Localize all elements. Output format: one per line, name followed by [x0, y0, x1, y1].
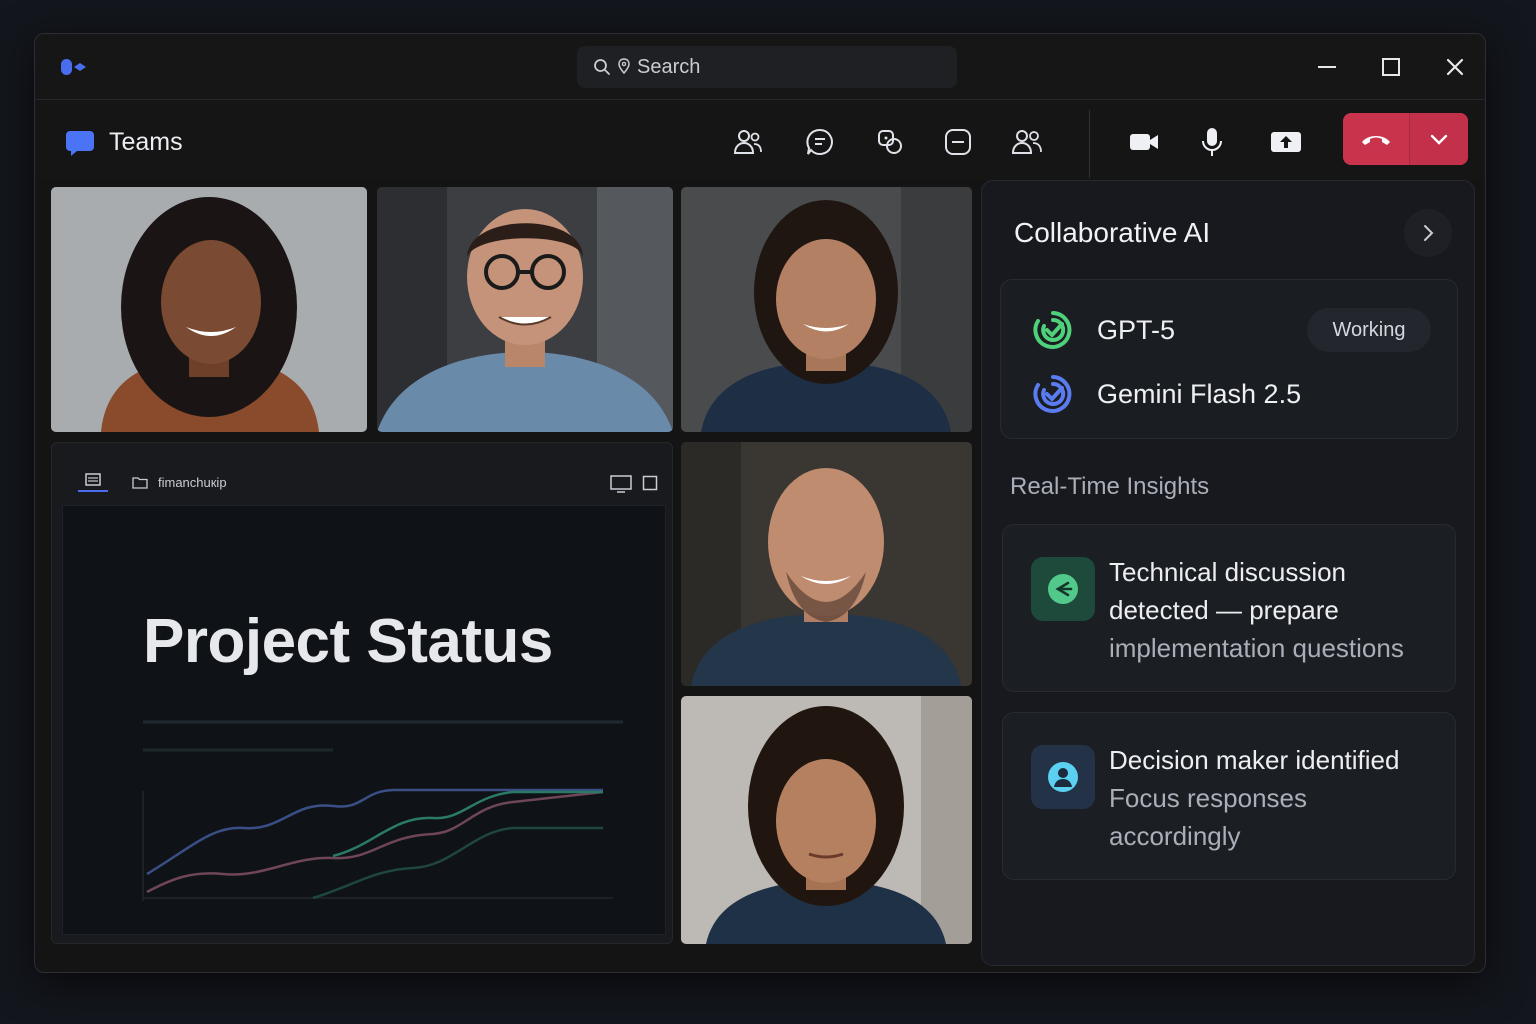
close-button[interactable]	[1440, 52, 1470, 82]
ai-panel-expand-button[interactable]	[1404, 209, 1452, 257]
hang-up-icon	[1362, 136, 1390, 145]
search-icon	[594, 59, 610, 75]
participants-icon	[1011, 130, 1042, 154]
teams-window: Search Teams fimanchuкip Project Status …	[34, 33, 1486, 973]
insight-line-3: implementation questions	[1109, 633, 1404, 663]
title-bar: Search	[35, 34, 1485, 100]
participant-avatar	[681, 696, 972, 944]
insight-card-decision-maker[interactable]: Decision maker identified Focus response…	[1002, 712, 1456, 880]
participant-avatar	[681, 187, 972, 432]
location-pin-icon	[618, 58, 630, 75]
participant-avatar	[51, 187, 367, 432]
presentation-slide: Project Status	[62, 505, 666, 935]
chat-icon	[806, 128, 833, 155]
chat-button[interactable]	[800, 122, 840, 162]
microphone-icon	[1202, 128, 1222, 156]
swirl-icon	[1033, 375, 1072, 413]
swirl-icon	[1033, 311, 1072, 349]
chevron-right-icon	[1424, 225, 1434, 241]
model-name: Gemini Flash 2.5	[1097, 378, 1302, 409]
more-button[interactable]	[938, 122, 978, 162]
hang-up-button[interactable]	[1343, 113, 1409, 165]
minus-square-icon	[945, 129, 971, 155]
share-screen-icon	[1271, 132, 1301, 152]
people-button[interactable]	[728, 122, 768, 162]
person-circle-icon	[1048, 762, 1078, 792]
people-icon	[733, 130, 762, 154]
teams-brand: Teams	[65, 128, 183, 157]
shared-file-name: fimanchuкip	[158, 475, 227, 490]
participant-video-4[interactable]	[681, 442, 972, 686]
participant-video-5[interactable]	[681, 696, 972, 944]
collaborative-ai-panel: Collaborative AI GPT-5 Working Gemini Fl…	[981, 180, 1475, 966]
model-name: GPT-5	[1097, 314, 1176, 345]
model-row-gpt5[interactable]: GPT-5	[1033, 310, 1175, 350]
folder-icon	[132, 477, 148, 489]
chevron-down-icon	[1430, 134, 1448, 145]
model-row-gemini[interactable]: Gemini Flash 2.5	[1033, 374, 1301, 414]
slide-line-chart	[142, 720, 623, 901]
participant-video-3[interactable]	[681, 187, 972, 432]
toolbar-divider	[1089, 110, 1090, 178]
shared-screen-bar: fimanchuкip	[52, 443, 672, 505]
status-badge: Working	[1307, 308, 1431, 352]
minimize-icon	[1318, 66, 1336, 68]
app-name: Teams	[109, 128, 183, 156]
search-input[interactable]: Search	[577, 46, 957, 88]
app-logo-icon	[61, 59, 86, 75]
minimize-button[interactable]	[1312, 52, 1342, 82]
meeting-toolbar: Teams	[35, 100, 1485, 180]
insight-icon-badge	[1031, 557, 1095, 621]
close-icon	[1446, 58, 1464, 76]
ai-models-card: GPT-5 Working Gemini Flash 2.5	[1000, 279, 1458, 439]
leave-call-button[interactable]	[1343, 113, 1468, 165]
insight-line-1: Technical discussion	[1109, 557, 1347, 587]
shared-screen[interactable]: fimanchuкip Project Status	[51, 442, 673, 944]
maximize-button[interactable]	[1376, 52, 1406, 82]
participants-button[interactable]	[1007, 122, 1047, 162]
slides-icon[interactable]	[76, 471, 110, 493]
insights-heading: Real-Time Insights	[1010, 473, 1210, 500]
reactions-button[interactable]	[870, 122, 910, 162]
camera-button[interactable]	[1124, 122, 1164, 162]
leave-options-dropdown[interactable]	[1410, 113, 1468, 165]
insight-text: Decision maker identified Focus response…	[1109, 741, 1439, 855]
insight-line-2-sub: — prepare	[1208, 595, 1339, 625]
insight-line-2-main: detected	[1109, 595, 1209, 625]
shared-file-tab[interactable]: fimanchuкip	[132, 475, 227, 490]
share-screen-button[interactable]	[1266, 122, 1306, 162]
participant-video-1[interactable]	[51, 187, 367, 432]
monitor-icon[interactable]	[610, 475, 632, 493]
insight-line-3: accordingly	[1109, 821, 1241, 851]
participant-avatar	[377, 187, 673, 432]
pop-out-icon[interactable]	[642, 475, 658, 491]
reactions-icon	[878, 130, 902, 154]
maximize-icon	[1382, 58, 1400, 76]
microphone-button[interactable]	[1192, 122, 1232, 162]
arrow-circle-icon	[1048, 574, 1078, 604]
insight-text: Technical discussion detected — prepare …	[1109, 553, 1439, 667]
slide-title: Project Status	[143, 607, 553, 676]
insight-card-technical[interactable]: Technical discussion detected — prepare …	[1002, 524, 1456, 692]
video-camera-icon	[1130, 134, 1158, 150]
chat-bubble-icon	[66, 130, 94, 156]
participant-video-2[interactable]	[377, 187, 673, 432]
participant-avatar	[681, 442, 972, 686]
insight-icon-badge	[1031, 745, 1095, 809]
ai-panel-title: Collaborative AI	[1014, 217, 1211, 248]
insight-line-1: Decision maker identified	[1109, 745, 1400, 775]
insight-line-2: Focus responses	[1109, 783, 1307, 813]
search-placeholder: Search	[637, 55, 701, 78]
